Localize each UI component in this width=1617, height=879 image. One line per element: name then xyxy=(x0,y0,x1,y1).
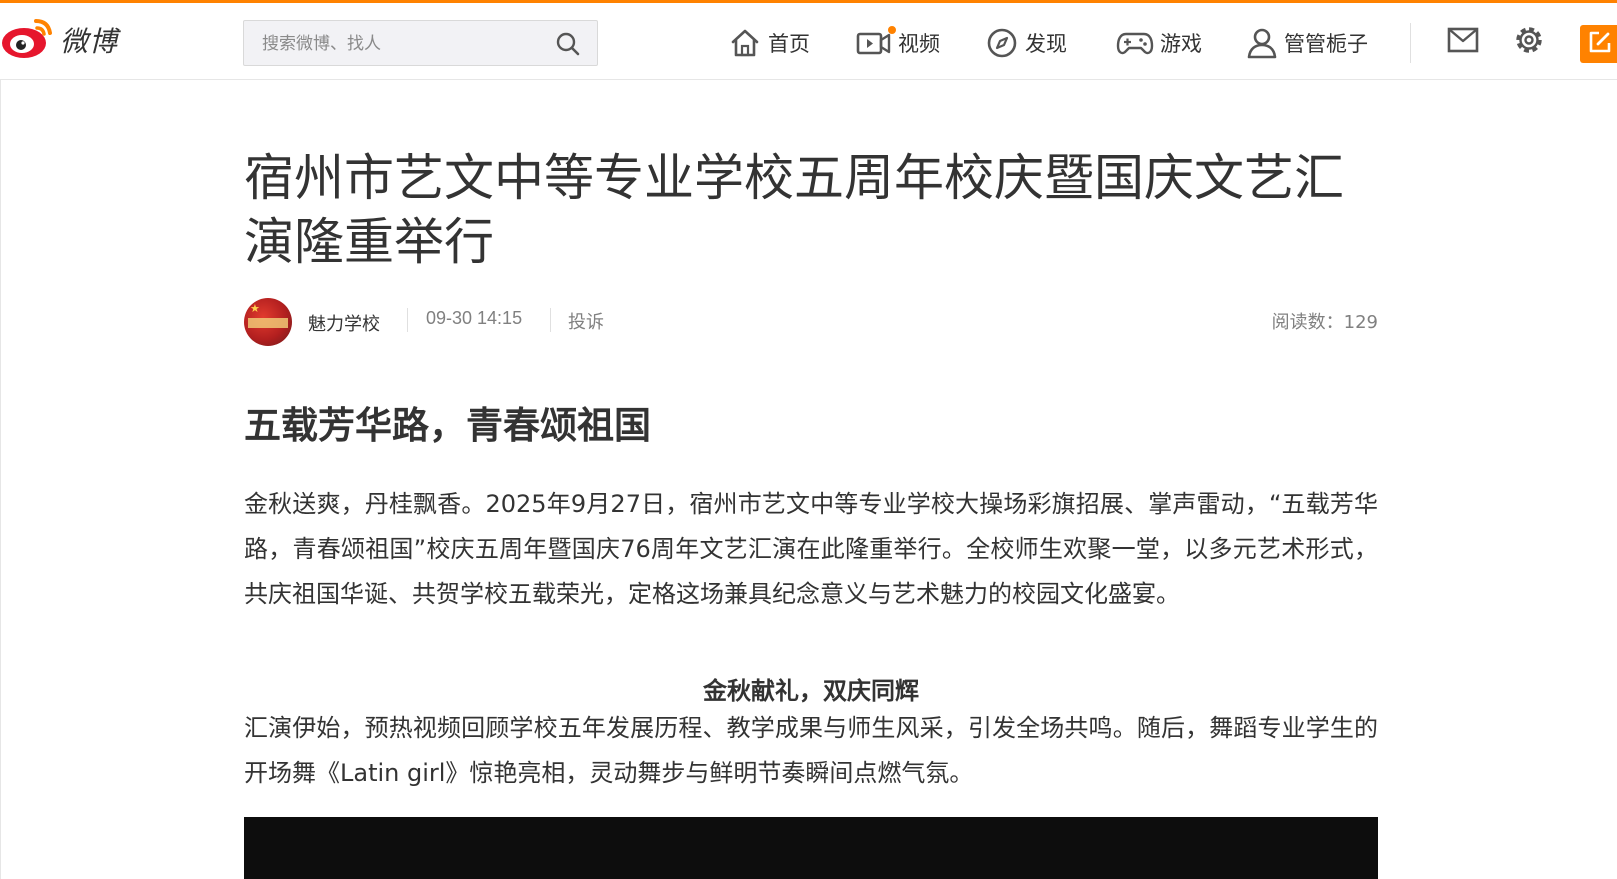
mail-icon xyxy=(1447,26,1479,58)
gamepad-icon xyxy=(1116,27,1154,59)
compose-icon xyxy=(1587,29,1613,59)
home-icon xyxy=(728,26,762,60)
weibo-logo-icon xyxy=(0,15,54,65)
compass-icon xyxy=(985,26,1019,60)
nav-video-label: 视频 xyxy=(898,32,940,56)
nav-game[interactable]: 游戏 xyxy=(1116,21,1202,65)
avatar[interactable]: ★ xyxy=(244,298,292,346)
search-input[interactable] xyxy=(260,21,544,67)
user-icon xyxy=(1246,26,1278,60)
gear-icon xyxy=(1513,24,1545,60)
nav-discover-label: 发现 xyxy=(1025,32,1067,56)
nav-game-label: 游戏 xyxy=(1160,32,1202,56)
article-media-image[interactable] xyxy=(244,817,1378,879)
star-icon: ★ xyxy=(250,302,260,315)
avatar-band xyxy=(248,318,288,328)
settings-button[interactable] xyxy=(1512,25,1546,59)
top-nav-bar: 微博 首页 视频 xyxy=(0,0,1617,80)
article-meta: ★ 魅力学校 09-30 14:15 投诉 阅读数：129 xyxy=(244,298,1378,348)
logo-text: 微博 xyxy=(60,25,119,58)
nav-home-label: 首页 xyxy=(768,32,810,56)
article-paragraph: 金秋送爽，丹桂飘香。2025年9月27日，宿州市艺文中等专业学校大操场彩旗招展、… xyxy=(244,490,1378,608)
article-paragraph: 汇演伊始，预热视频回顾学校五年发展历程、教学成果与师生风采，引发全场共鸣。随后，… xyxy=(244,714,1378,787)
compose-button[interactable] xyxy=(1580,25,1617,63)
nav-profile-label: 管管栀子 xyxy=(1284,32,1368,56)
page-left-border xyxy=(0,80,1,879)
read-count: 阅读数：129 xyxy=(1271,312,1378,333)
section-heading: 五载芳华路，青春颂祖国 xyxy=(244,404,651,447)
article-title: 宿州市艺文中等专业学校五周年校庆暨国庆文艺汇演隆重举行 xyxy=(244,149,1344,271)
new-badge-dot xyxy=(888,26,896,34)
author-name[interactable]: 魅力学校 xyxy=(308,310,380,336)
nav-video[interactable]: 视频 xyxy=(856,21,940,65)
report-link[interactable]: 投诉 xyxy=(568,308,604,334)
nav-profile[interactable]: 管管栀子 xyxy=(1246,21,1368,65)
publish-time: 09-30 14:15 xyxy=(426,308,523,328)
video-icon xyxy=(856,26,896,58)
nav-divider xyxy=(1410,23,1411,63)
nav-discover[interactable]: 发现 xyxy=(985,21,1067,65)
meta-divider xyxy=(407,308,408,332)
search-icon[interactable] xyxy=(555,31,581,61)
mail-button[interactable] xyxy=(1446,25,1480,59)
sub-heading: 金秋献礼，双庆同辉 xyxy=(703,677,919,705)
weibo-logo[interactable]: 微博 xyxy=(0,17,118,63)
nav-home[interactable]: 首页 xyxy=(728,21,810,65)
meta-divider xyxy=(550,308,551,332)
search-box xyxy=(243,20,598,67)
